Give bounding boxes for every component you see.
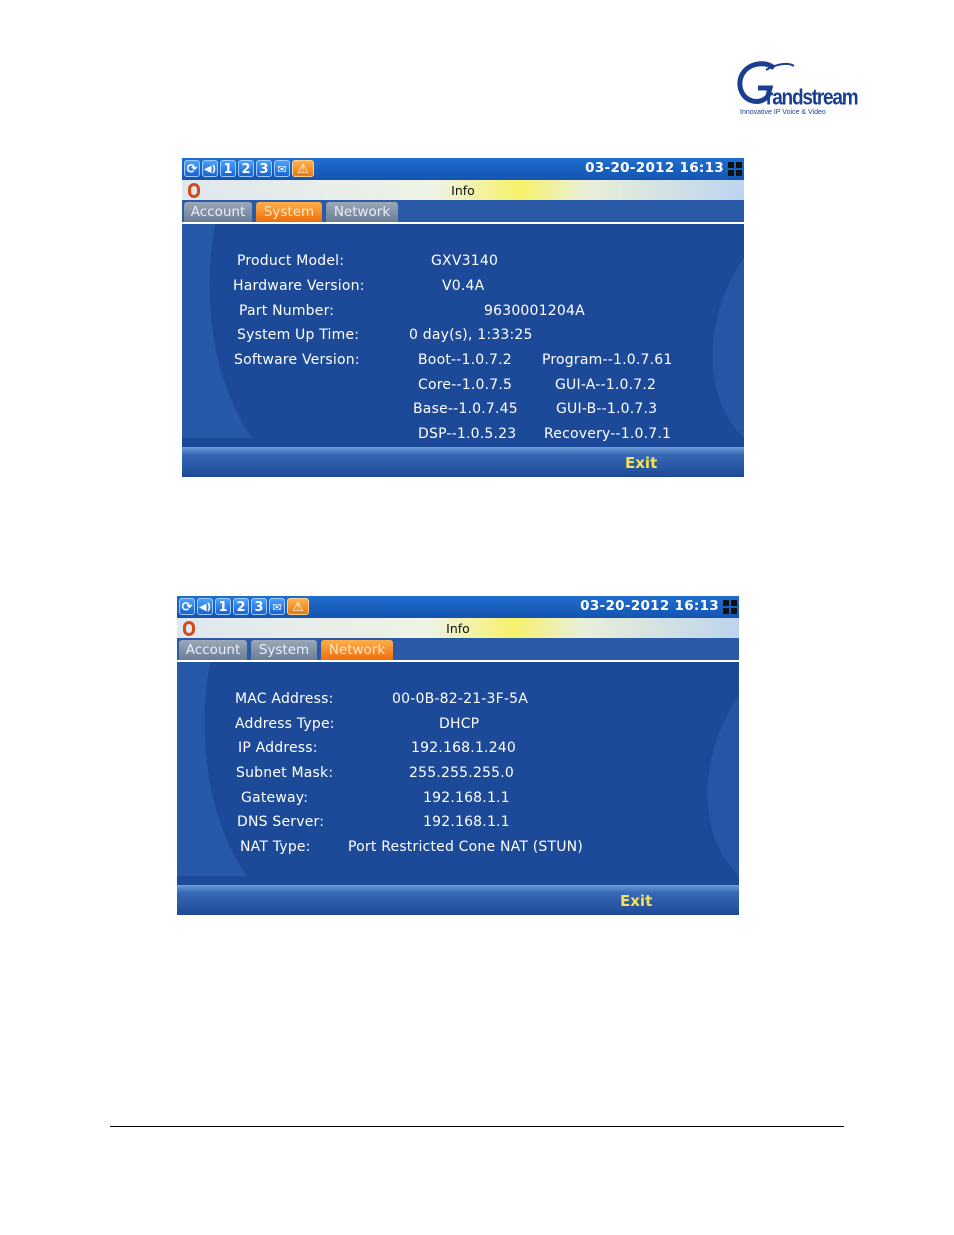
value-address-type: DHCP [439,716,480,732]
label-subnet-mask: Subnet Mask: [236,765,334,781]
value-base: Base--1.0.7.45 [413,401,518,417]
value-subnet-mask: 255.255.255.0 [409,765,515,781]
status-bar: ⟳ ◀) 1 2 3 ✉ ⚠ 03-20-2012 16:13 [182,158,744,180]
grandstream-logo: randstream Innovative IP Voice & Video [736,60,859,120]
value-mac-address: 00-0B-82-21-3F-5A [392,691,529,707]
footer-divider [110,1126,844,1127]
label-part-number: Part Number: [239,303,335,319]
exit-button[interactable]: Exit [620,892,652,910]
bottom-bar: Exit [182,447,744,477]
line-1-button[interactable]: 1 [220,160,236,177]
value-recovery: Recovery--1.0.7.1 [544,426,672,442]
network-info-screen: ⟳ ◀) 1 2 3 ✉ ⚠ 03-20-2012 16:13 Info Acc… [177,596,739,915]
value-system-up-time: 0 day(s), 1:33:25 [409,327,533,343]
label-system-up-time: System Up Time: [237,327,360,343]
logo-tagline: Innovative IP Voice & Video [740,109,826,116]
value-product-model: GXV3140 [431,253,499,269]
label-hardware-version: Hardware Version: [233,278,365,294]
tab-bar: Account System Network [177,638,739,662]
alert-icon[interactable]: ⚠ [292,160,314,177]
window-switch-icon[interactable] [728,162,742,176]
title-bar: Info [182,180,744,200]
message-icon[interactable]: ✉ [274,160,290,177]
value-ip-address: 192.168.1.240 [411,740,517,756]
alert-icon[interactable]: ⚠ [287,598,309,615]
label-gateway: Gateway: [241,790,309,806]
value-nat-type: Port Restricted Cone NAT (STUN) [348,839,584,855]
line-3-button[interactable]: 3 [256,160,272,177]
page-title: Info [451,183,475,198]
line-1-button[interactable]: 1 [215,598,231,615]
label-dns-server: DNS Server: [237,814,325,830]
value-program: Program--1.0.7.61 [542,352,673,368]
tab-network[interactable]: Network [321,640,393,660]
tab-account[interactable]: Account [179,640,247,660]
system-info-screen: ⟳ ◀) 1 2 3 ✉ ⚠ 03-20-2012 16:13 Info Acc… [182,158,744,477]
label-product-model: Product Model: [237,253,345,269]
exit-button[interactable]: Exit [625,454,657,472]
value-boot: Boot--1.0.7.2 [418,352,512,368]
window-switch-icon[interactable] [723,600,737,614]
value-part-number: 9630001204A [484,303,585,319]
line-2-button[interactable]: 2 [238,160,254,177]
datetime: 03-20-2012 16:13 [585,160,724,176]
line-3-button[interactable]: 3 [251,598,267,615]
status-bar: ⟳ ◀) 1 2 3 ✉ ⚠ 03-20-2012 16:13 [177,596,739,618]
label-mac-address: MAC Address: [235,691,334,707]
logo-wordmark: randstream [766,86,859,111]
message-icon[interactable]: ✉ [269,598,285,615]
bottom-bar: Exit [177,885,739,915]
tab-network[interactable]: Network [326,202,398,222]
value-dns-server: 192.168.1.1 [423,814,510,830]
sync-icon[interactable]: ⟳ [184,160,200,177]
tab-system[interactable]: System [256,202,322,222]
volume-icon[interactable]: ◀) [197,598,213,615]
value-gui-a: GUI-A--1.0.7.2 [555,377,657,393]
datetime: 03-20-2012 16:13 [580,598,719,614]
value-hardware-version: V0.4A [442,278,485,294]
label-address-type: Address Type: [235,716,335,732]
sync-icon[interactable]: ⟳ [179,598,195,615]
tab-system[interactable]: System [251,640,317,660]
title-bar: Info [177,618,739,638]
label-software-version: Software Version: [234,352,360,368]
value-gateway: 192.168.1.1 [423,790,510,806]
line-2-button[interactable]: 2 [233,598,249,615]
page-title: Info [446,621,470,636]
tab-bar: Account System Network [182,200,744,224]
tab-account[interactable]: Account [184,202,252,222]
volume-icon[interactable]: ◀) [202,160,218,177]
value-dsp: DSP--1.0.5.23 [418,426,517,442]
label-ip-address: IP Address: [238,740,318,756]
value-gui-b: GUI-B--1.0.7.3 [556,401,658,417]
value-core: Core--1.0.7.5 [418,377,513,393]
label-nat-type: NAT Type: [240,839,311,855]
